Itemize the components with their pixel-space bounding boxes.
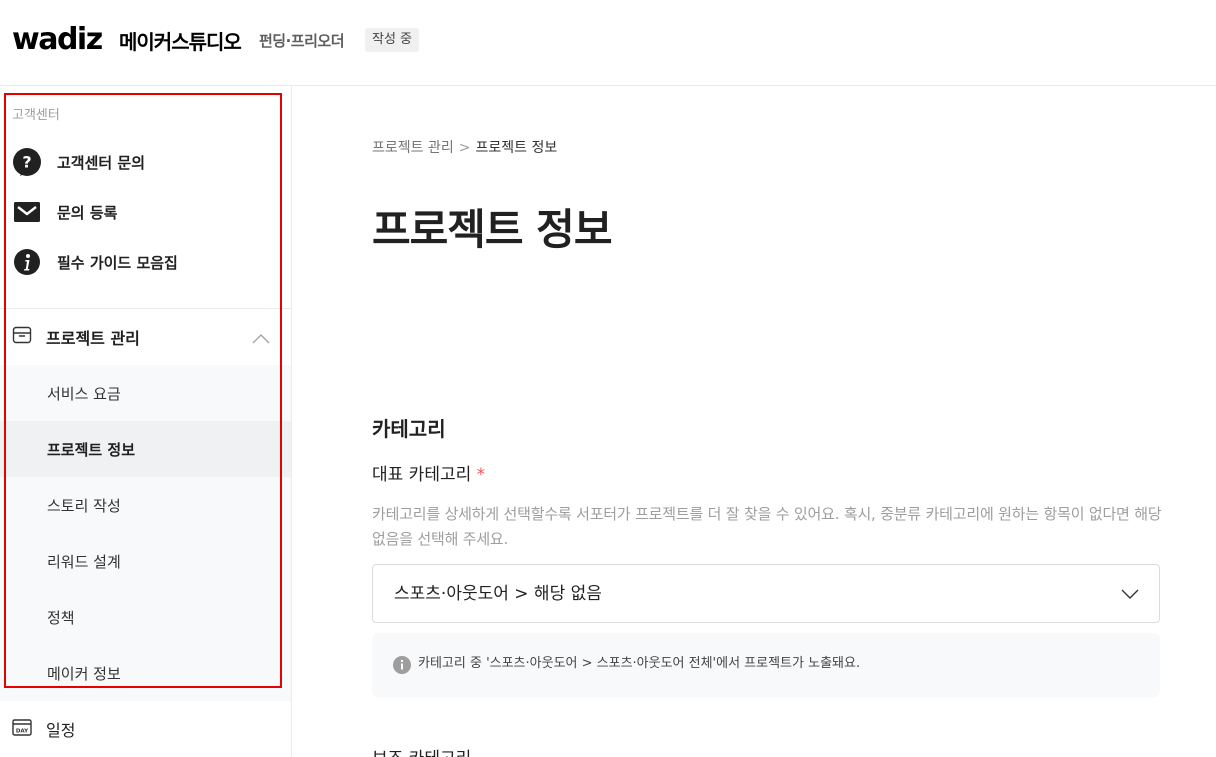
- sidebar-item-label: 프로젝트 관리: [46, 329, 140, 348]
- sidebar-subitem-maker-info[interactable]: 메이커 정보: [0, 645, 291, 701]
- project-submenu: 서비스 요금 프로젝트 정보 스토리 작성 리워드 설계 정책 메이커 정보: [0, 365, 291, 701]
- chevron-down-icon: [1121, 585, 1139, 604]
- sidebar-item-label: 문의 등록: [57, 203, 118, 222]
- category-section-title: 카테고리: [372, 417, 446, 441]
- sidebar-subitem-reward-design[interactable]: 리워드 설계: [0, 533, 291, 589]
- category-help-text: 카테고리를 상세하게 선택할수록 서포터가 프로젝트를 더 잘 찾을 수 있어요…: [372, 505, 1162, 548]
- svg-text:DAY: DAY: [16, 729, 29, 735]
- sub-category-label: 보조 카테고리: [372, 747, 471, 757]
- sidebar-subitem-service-fee[interactable]: 서비스 요금: [0, 365, 291, 421]
- sidebar-item-label: 일정: [46, 721, 76, 740]
- field-label-text: 대표 카테고리: [372, 465, 472, 485]
- sidebar-divider: [0, 308, 291, 309]
- sidebar-subitem-policy[interactable]: 정책: [0, 589, 291, 645]
- info-circle-icon: [393, 656, 411, 678]
- sidebar-item-label: 고객센터 문의: [57, 153, 146, 172]
- wadiz-logo[interactable]: wadiz: [12, 22, 103, 58]
- category-select-value: 스포츠·아웃도어 > 해당 없음: [394, 584, 602, 604]
- sidebar-item-schedule[interactable]: DAY 일정: [12, 714, 75, 744]
- category-info-text: 카테고리 중 '스포츠·아웃도어 > 스포츠·아웃도어 전체'에서 프로젝트가 …: [418, 656, 861, 671]
- studio-title: 메이커스튜디오: [119, 30, 242, 54]
- main-category-label: 대표 카테고리 *: [372, 463, 485, 487]
- breadcrumb-separator: >: [458, 140, 471, 156]
- support-section-title: 고객센터: [12, 108, 60, 123]
- page-title: 프로젝트 정보: [372, 205, 612, 254]
- sidebar-subitem-project-info[interactable]: 프로젝트 정보: [0, 421, 291, 477]
- sidebar: 고객센터 ? 고객센터 문의 문의 등록 필수 가이드 모음집 프로젝트 관리 …: [0, 86, 292, 757]
- sidebar-subitem-story[interactable]: 스토리 작성: [0, 477, 291, 533]
- svg-text:?: ?: [22, 153, 31, 172]
- info-icon: [12, 247, 42, 277]
- breadcrumb-current: 프로젝트 정보: [475, 140, 558, 156]
- category-info-box: 카테고리 중 '스포츠·아웃도어 > 스포츠·아웃도어 전체'에서 프로젝트가 …: [372, 633, 1160, 697]
- required-mark: *: [476, 465, 486, 485]
- chevron-up-icon[interactable]: [252, 330, 270, 349]
- sidebar-item-project-management[interactable]: 프로젝트 관리: [12, 322, 280, 352]
- funding-mode-label: 펀딩·프리오더: [259, 32, 345, 50]
- sidebar-item-support-inquiry[interactable]: ? 고객센터 문의: [12, 146, 145, 178]
- sidebar-item-essential-guides[interactable]: 필수 가이드 모음집: [12, 246, 178, 278]
- top-header: wadiz 메이커스튜디오 펀딩·프리오더 작성 중: [0, 0, 1216, 86]
- status-badge: 작성 중: [365, 28, 420, 52]
- breadcrumb-parent[interactable]: 프로젝트 관리: [372, 140, 454, 156]
- sidebar-item-label: 필수 가이드 모음집: [57, 253, 178, 272]
- question-icon: ?: [12, 147, 42, 177]
- box-icon: [12, 326, 32, 348]
- mail-icon: [12, 197, 42, 227]
- sidebar-item-register-inquiry[interactable]: 문의 등록: [12, 196, 117, 228]
- category-select[interactable]: 스포츠·아웃도어 > 해당 없음: [372, 564, 1160, 623]
- calendar-day-icon: DAY: [12, 718, 32, 740]
- breadcrumb: 프로젝트 관리 > 프로젝트 정보: [372, 138, 557, 158]
